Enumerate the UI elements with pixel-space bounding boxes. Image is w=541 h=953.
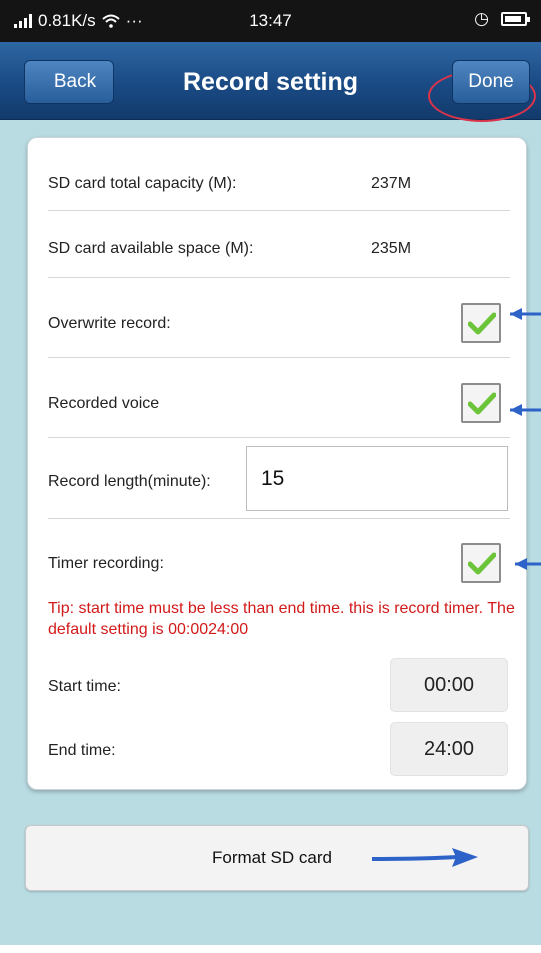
checkmark-icon [468, 312, 496, 335]
timer-recording-checkbox[interactable] [461, 543, 501, 583]
alarm-clock-icon: ◷ [474, 9, 489, 28]
checkmark-icon [468, 552, 496, 575]
divider [48, 277, 510, 278]
overwrite-record-label: Overwrite record: [48, 315, 171, 332]
annotation-arrow-icon [515, 558, 541, 570]
total-capacity-label: SD card total capacity (M): [48, 175, 237, 192]
divider [48, 437, 510, 438]
bottom-edge [0, 945, 541, 953]
annotation-arrow-icon [372, 848, 478, 867]
divider [48, 518, 510, 519]
available-space-value: 235M [371, 240, 412, 257]
timer-tip-text: Tip: start time must be less than end ti… [48, 600, 515, 638]
annotation-arrow-icon [510, 404, 541, 416]
app-screen: 0.81K/s ··· 13:47 ◷ Back Record setting … [0, 0, 541, 953]
end-time-label: End time: [48, 742, 116, 759]
record-length-label: Record length(minute): [48, 473, 211, 490]
status-time: 13:47 [249, 11, 292, 30]
annotation-arrow-icon [510, 308, 541, 320]
end-time-field[interactable]: 24:00 [390, 722, 508, 776]
timer-recording-label: Timer recording: [48, 555, 164, 572]
record-length-input[interactable]: 15 [246, 446, 508, 511]
status-right: ◷ [474, 9, 530, 29]
divider [48, 210, 510, 211]
total-capacity-value: 237M [371, 175, 412, 192]
divider [48, 357, 510, 358]
done-button-label: Done [468, 71, 514, 92]
settings-card: SD card total capacity (M): 237M SD card… [27, 137, 527, 790]
recorded-voice-checkbox[interactable] [461, 383, 501, 423]
start-time-field[interactable]: 00:00 [390, 658, 508, 712]
format-sd-card-label: Format SD card [212, 848, 332, 867]
checkmark-icon [468, 392, 496, 415]
recorded-voice-label: Recorded voice [48, 395, 160, 412]
available-space-label: SD card available space (M): [48, 240, 254, 257]
status-bar: 0.81K/s ··· 13:47 ◷ [0, 0, 541, 42]
done-button[interactable]: Done [452, 60, 530, 104]
start-time-label: Start time: [48, 678, 121, 695]
navigation-bar: Back Record setting Done [0, 42, 541, 122]
overwrite-record-checkbox[interactable] [461, 303, 501, 343]
battery-icon [501, 12, 530, 26]
